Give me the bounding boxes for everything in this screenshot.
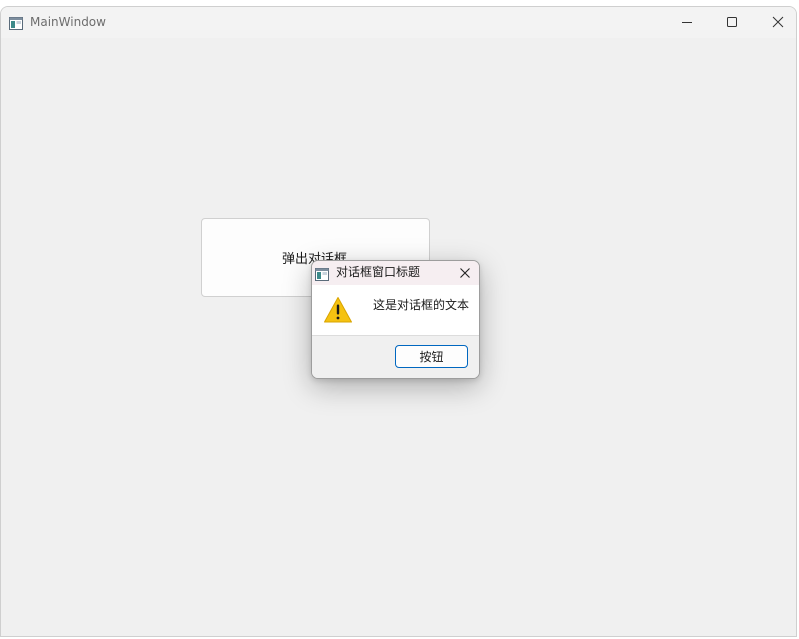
window-titlebar[interactable]: MainWindow bbox=[1, 7, 796, 38]
close-icon bbox=[772, 13, 784, 32]
maximize-button[interactable] bbox=[709, 7, 755, 38]
warning-icon bbox=[323, 296, 353, 324]
resize-grip[interactable] bbox=[787, 631, 796, 636]
window-title: MainWindow bbox=[30, 15, 106, 29]
message-dialog: 对话框窗口标题 这是对话框的文本 按钮 bbox=[311, 260, 480, 379]
dialog-button-bar: 按钮 bbox=[312, 335, 479, 378]
dialog-close-button[interactable] bbox=[455, 263, 475, 283]
app-window-icon bbox=[315, 266, 329, 281]
dialog-title: 对话框窗口标题 bbox=[336, 265, 421, 279]
app-window-icon bbox=[9, 15, 23, 30]
maximize-icon bbox=[726, 13, 738, 32]
dialog-body: 这是对话框的文本 bbox=[312, 285, 479, 335]
close-icon bbox=[459, 264, 471, 283]
window-close-button[interactable] bbox=[755, 7, 796, 38]
minimize-icon bbox=[681, 13, 693, 32]
minimize-button[interactable] bbox=[664, 7, 710, 38]
dialog-message: 这是对话框的文本 bbox=[373, 298, 470, 312]
dialog-titlebar[interactable]: 对话框窗口标题 bbox=[312, 261, 479, 285]
dialog-button[interactable]: 按钮 bbox=[395, 345, 468, 368]
dialog-button-label: 按钮 bbox=[419, 350, 444, 364]
